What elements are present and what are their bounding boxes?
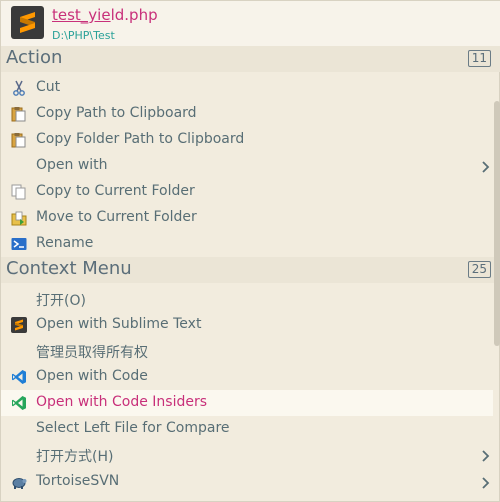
menu-item-copy-folder-path[interactable]: Copy Folder Path to Clipboard <box>1 127 493 153</box>
file-header[interactable]: test_yield.php D:\PHP\Test <box>1 1 500 46</box>
vscode-icon <box>11 369 27 385</box>
menu-item-label: Open with Code <box>36 368 148 384</box>
clipboard-icon <box>11 106 27 122</box>
menu-item-copy-to-current-folder[interactable]: Copy to Current Folder <box>1 179 493 205</box>
chevron-right-icon <box>479 159 491 173</box>
menu-item-label: Copy to Current Folder <box>36 183 195 199</box>
menu-item-label: Copy Path to Clipboard <box>36 105 197 121</box>
copy-document-icon <box>11 184 27 200</box>
menu-item-label: Cut <box>36 79 61 95</box>
section-count-badge: 25 <box>467 261 491 278</box>
menu-item-cut[interactable]: Cut <box>1 75 493 101</box>
menu-item-label: Open with <box>36 157 108 173</box>
menu-item-open[interactable]: 打开(O) <box>1 286 493 312</box>
rename-icon <box>11 236 27 252</box>
clipboard-icon <box>11 132 27 148</box>
menu-item-open-with-sublime[interactable]: Open with Sublime Text <box>1 312 493 338</box>
sublime-text-icon <box>11 317 27 333</box>
menu-item-label: Open with Code Insiders <box>36 394 208 410</box>
menu-item-copy-path[interactable]: Copy Path to Clipboard <box>1 101 493 127</box>
vscode-insiders-icon <box>11 395 27 411</box>
menu-item-label: 打开方式(H) <box>36 449 114 465</box>
section-context-menu: Context Menu 25 <box>1 257 500 283</box>
tortoisesvn-icon <box>11 474 27 490</box>
scrollbar-thumb[interactable] <box>494 101 500 346</box>
menu-item-move-to-current-folder[interactable]: Move to Current Folder <box>1 205 493 231</box>
menu-item-label: Open with Sublime Text <box>36 316 202 332</box>
menu-item-take-ownership[interactable]: 管理员取得所有权 <box>1 338 493 364</box>
menu-item-label: 打开(O) <box>36 293 86 309</box>
menu-item-label: TortoiseSVN <box>36 473 120 489</box>
file-path: D:\PHP\Test <box>52 29 115 42</box>
sublime-text-icon <box>11 6 44 39</box>
chevron-right-icon <box>479 475 491 489</box>
section-title: Action <box>6 47 63 68</box>
section-title: Context Menu <box>6 258 132 279</box>
menu-item-open-with[interactable]: Open with <box>1 153 493 179</box>
file-name-rest: ld.php <box>110 6 158 24</box>
menu-item-tortoisesvn[interactable]: TortoiseSVN <box>1 469 493 495</box>
section-action: Action 11 <box>1 46 500 72</box>
chevron-right-icon <box>479 448 491 462</box>
file-name: test_yield.php <box>52 6 158 24</box>
move-folder-icon <box>11 210 27 226</box>
menu-item-label: Select Left File for Compare <box>36 420 230 436</box>
menu-item-label: Copy Folder Path to Clipboard <box>36 131 245 147</box>
file-name-match: test_yie <box>52 6 111 24</box>
menu-item-open-with-code-insiders[interactable]: Open with Code Insiders <box>1 390 493 416</box>
scissors-icon <box>11 80 27 96</box>
menu-item-label: 管理员取得所有权 <box>36 345 148 361</box>
menu-item-rename[interactable]: Rename <box>1 231 493 257</box>
menu-item-select-left-compare[interactable]: Select Left File for Compare <box>1 416 493 442</box>
section-count-badge: 11 <box>467 50 491 67</box>
menu-item-open-with-h[interactable]: 打开方式(H) <box>1 442 493 468</box>
menu-item-open-with-code[interactable]: Open with Code <box>1 364 493 390</box>
menu-item-label: Move to Current Folder <box>36 209 197 225</box>
menu-item-label: Rename <box>36 235 94 251</box>
